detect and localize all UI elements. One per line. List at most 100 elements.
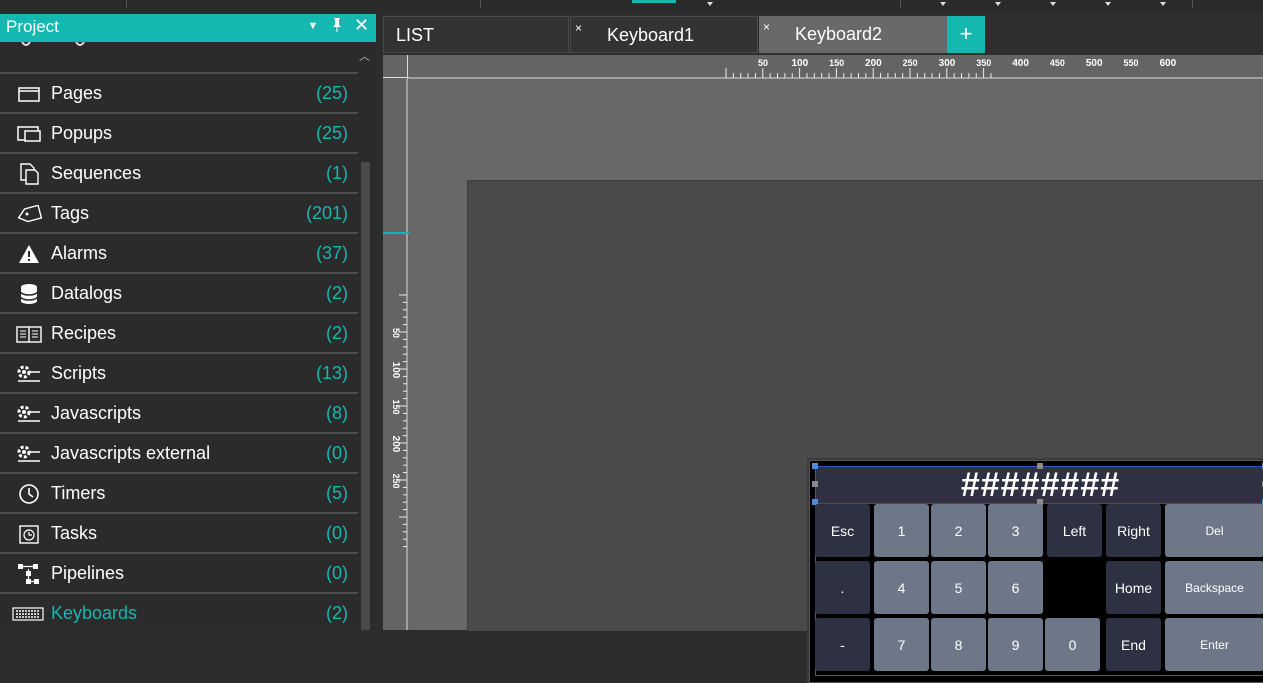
key-1[interactable]: 1: [874, 504, 929, 557]
tree-item-count: (0): [326, 523, 348, 543]
panel-menu-dropdown-icon[interactable]: ▼: [306, 17, 320, 37]
dropdown-arrow-icon[interactable]: [707, 2, 713, 6]
scrollbar[interactable]: [361, 162, 370, 630]
key-home[interactable]: Home: [1106, 561, 1161, 614]
clock-icon: [16, 483, 42, 505]
page-canvas[interactable]: ######## Esc 1 2 3 Left Right Del . 4 5 …: [467, 180, 1263, 683]
key-backspace[interactable]: Backspace: [1165, 561, 1263, 614]
pin-icon[interactable]: [330, 17, 344, 37]
design-canvas-area[interactable]: ######## Esc 1 2 3 Left Right Del . 4 5 …: [409, 79, 1263, 683]
document-tabs: LIST × Keyboard1 × Keyboard2 +: [383, 14, 1263, 54]
tree-item-datalogs[interactable]: Datalogs (2): [0, 272, 358, 312]
tree-item-timers[interactable]: Timers (5): [0, 472, 358, 512]
alarm-icon: [16, 243, 42, 265]
key-del[interactable]: Del: [1165, 504, 1263, 557]
key-4[interactable]: 4: [874, 561, 929, 614]
tree-item-javascripts[interactable]: Javascripts (8): [0, 392, 358, 432]
tree-item-keyboards[interactable]: Keyboards (2): [0, 592, 358, 632]
tree-item-recipes[interactable]: Recipes (2): [0, 312, 358, 352]
scroll-up-arrow-icon[interactable]: ︿: [359, 48, 370, 64]
dropdown-arrow-icon[interactable]: [995, 2, 1001, 6]
ruler-label: 100: [390, 362, 401, 379]
key-2[interactable]: 2: [931, 504, 986, 557]
dropdown-arrow-icon[interactable]: [1160, 2, 1166, 6]
tree-item-count: (0): [326, 563, 348, 583]
ruler-label: 150: [391, 399, 401, 414]
key-6[interactable]: 6: [988, 561, 1043, 614]
resize-handle[interactable]: [812, 463, 818, 469]
key-esc[interactable]: Esc: [815, 504, 870, 557]
key-dot[interactable]: .: [815, 561, 870, 614]
tree-item-count: (2): [326, 323, 348, 343]
vertical-ruler: 50 100 150 200 250: [383, 79, 409, 630]
script-gear-icon: [16, 363, 42, 385]
tab-close-icon[interactable]: ×: [575, 21, 582, 35]
dropdown-arrow-icon[interactable]: [1050, 2, 1056, 6]
ruler-label: 400: [1012, 58, 1029, 69]
add-tab-button[interactable]: +: [947, 16, 985, 53]
tree-item-label: Pages: [51, 83, 103, 103]
ruler-label: 350: [976, 58, 991, 68]
ruler-label: 50: [758, 58, 768, 68]
tree-item-label: Alarms: [51, 243, 108, 263]
panel-title: Project: [6, 17, 59, 36]
project-tree-list: Pages (25) Popups (25) Sequences (1) Tag…: [0, 72, 358, 632]
tree-item-sequences[interactable]: Sequences (1): [0, 152, 358, 192]
tree-item-count: (8): [326, 403, 348, 423]
close-icon[interactable]: ✕: [354, 16, 369, 37]
tree-item-label: Tags: [51, 203, 90, 223]
active-toolbar-indicator: [632, 0, 676, 3]
vertical-ruler-graphic: 50 100 150 200 250: [383, 79, 409, 630]
tree-item-count: (25): [315, 83, 348, 103]
key-right[interactable]: Right: [1106, 504, 1161, 557]
resize-handle[interactable]: [812, 481, 818, 487]
ruler-label: 250: [903, 58, 918, 68]
project-panel-header: Project ▼ ✕: [0, 14, 376, 42]
key-0[interactable]: 0: [1045, 618, 1100, 671]
tree-item-label: Pipelines: [51, 563, 125, 583]
tab-list[interactable]: LIST: [383, 16, 569, 53]
tree-item-label: Timers: [51, 483, 106, 503]
key-5[interactable]: 5: [931, 561, 986, 614]
javascript-external-gear-icon: [16, 443, 42, 465]
tree-item-javascripts-external[interactable]: Javascripts external (0): [0, 432, 358, 472]
dropdown-arrow-icon[interactable]: [1105, 2, 1111, 6]
tree-item-scripts[interactable]: Scripts (13): [0, 352, 358, 392]
keyboard-icon: [12, 603, 44, 625]
ruler-label: 200: [865, 58, 882, 69]
key-9[interactable]: 9: [988, 618, 1043, 671]
tab-label: LIST: [396, 25, 435, 45]
keyboard-widget[interactable]: ######## Esc 1 2 3 Left Right Del . 4 5 …: [809, 460, 1263, 683]
key-left[interactable]: Left: [1047, 504, 1102, 557]
tree-item-label: Javascripts external: [51, 443, 211, 463]
key-end[interactable]: End: [1106, 618, 1161, 671]
toolbar-separator: [480, 0, 481, 8]
tree-item-pipelines[interactable]: Pipelines (0): [0, 552, 358, 592]
tab-keyboard2[interactable]: × Keyboard2: [759, 16, 947, 53]
popup-icon: [16, 123, 42, 145]
tree-item-alarms[interactable]: Alarms (37): [0, 232, 358, 272]
ruler-label: 550: [1123, 58, 1138, 68]
tree-item-count: (13): [315, 363, 348, 383]
horizontal-ruler: 50 100 150 200 250 300 350 400 450 500 550 600: [409, 55, 1263, 79]
dropdown-arrow-icon[interactable]: [940, 2, 946, 6]
toolbar-separator: [1192, 0, 1193, 8]
tab-close-icon[interactable]: ×: [763, 20, 770, 34]
tree-item-pages[interactable]: Pages (25): [0, 72, 358, 112]
tree-item-tags[interactable]: Tags (201): [0, 192, 358, 232]
tree-item-tasks[interactable]: Tasks (0): [0, 512, 358, 552]
tree-item-popups[interactable]: Popups (25): [0, 112, 358, 152]
tree-item-count: (1): [326, 163, 348, 183]
tab-keyboard1[interactable]: × Keyboard1: [570, 16, 758, 53]
key-3[interactable]: 3: [988, 504, 1043, 557]
resize-handle[interactable]: [1037, 463, 1043, 469]
key-enter[interactable]: Enter: [1165, 618, 1263, 671]
tag-icon: [16, 203, 42, 225]
tree-item-count: (5): [326, 483, 348, 503]
key-8[interactable]: 8: [931, 618, 986, 671]
tree-item-label: Sequences: [51, 163, 142, 183]
key-minus[interactable]: -: [815, 618, 870, 671]
tree-item-count: (201): [305, 203, 348, 223]
key-7[interactable]: 7: [874, 618, 929, 671]
ruler-label: 300: [939, 58, 956, 69]
